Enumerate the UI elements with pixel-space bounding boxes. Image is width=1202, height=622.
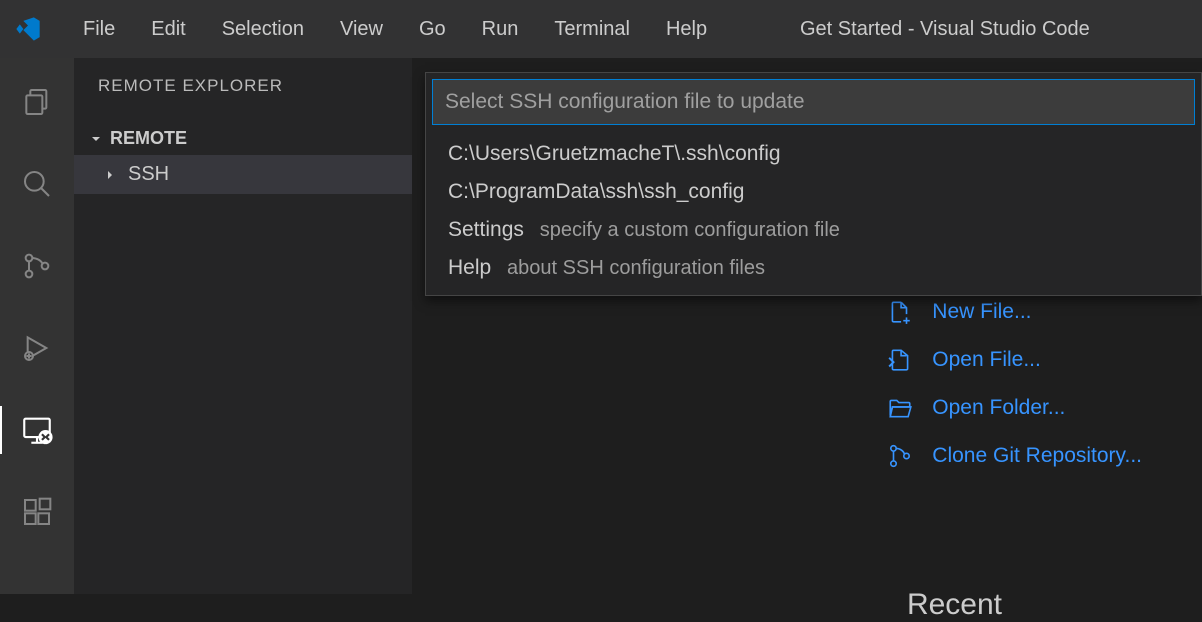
quick-item-settings[interactable]: Settings specify a custom configuration … bbox=[426, 211, 1201, 249]
action-label: New File... bbox=[932, 300, 1031, 324]
quick-item-config-user[interactable]: C:\Users\GruetzmacheT\.ssh\config bbox=[426, 135, 1201, 173]
search-icon[interactable] bbox=[13, 160, 61, 208]
tree-item-ssh[interactable]: SSH bbox=[74, 155, 412, 194]
tree-section-label: REMOTE bbox=[110, 128, 187, 149]
quick-item-label: Settings bbox=[448, 218, 524, 241]
chevron-down-icon bbox=[88, 131, 104, 147]
quick-item-description: specify a custom configuration file bbox=[540, 219, 840, 241]
extensions-icon[interactable] bbox=[13, 488, 61, 536]
quick-item-description: about SSH configuration files bbox=[507, 257, 765, 279]
menu-file[interactable]: File bbox=[65, 10, 133, 49]
menu-view[interactable]: View bbox=[322, 10, 401, 49]
tree-item-label: SSH bbox=[128, 163, 169, 186]
action-open-file[interactable]: Open File... bbox=[886, 346, 1142, 374]
action-label: Open Folder... bbox=[932, 396, 1065, 420]
menu-terminal[interactable]: Terminal bbox=[536, 10, 648, 49]
source-control-icon[interactable] bbox=[13, 242, 61, 290]
sidebar-title: REMOTE EXPLORER bbox=[74, 58, 412, 114]
menu-go[interactable]: Go bbox=[401, 10, 464, 49]
recent-header: Recent bbox=[907, 588, 1002, 622]
action-label: Open File... bbox=[932, 348, 1041, 372]
chevron-right-icon bbox=[102, 167, 118, 183]
action-label: Clone Git Repository... bbox=[932, 444, 1142, 468]
quick-input-field[interactable] bbox=[432, 79, 1195, 125]
quick-item-help[interactable]: Help about SSH configuration files bbox=[426, 249, 1201, 287]
tree-section: REMOTE SSH bbox=[74, 114, 412, 202]
open-folder-icon bbox=[886, 394, 914, 422]
window-title: Get Started - Visual Studio Code bbox=[800, 18, 1090, 41]
action-open-folder[interactable]: Open Folder... bbox=[886, 394, 1142, 422]
start-actions: New File... Open File... Open Folder... … bbox=[886, 298, 1142, 470]
activity-bar bbox=[0, 58, 74, 594]
quick-item-label: Help bbox=[448, 256, 491, 279]
quick-item-label: C:\Users\GruetzmacheT\.ssh\config bbox=[448, 142, 781, 165]
menubar: File Edit Selection View Go Run Terminal… bbox=[0, 0, 1202, 58]
menu-selection[interactable]: Selection bbox=[204, 10, 322, 49]
action-clone-repo[interactable]: Clone Git Repository... bbox=[886, 442, 1142, 470]
menu-run[interactable]: Run bbox=[464, 10, 537, 49]
run-debug-icon[interactable] bbox=[13, 324, 61, 372]
menu-edit[interactable]: Edit bbox=[133, 10, 203, 49]
quick-item-label: C:\ProgramData\ssh\ssh_config bbox=[448, 180, 744, 203]
explorer-icon[interactable] bbox=[13, 78, 61, 126]
action-new-file[interactable]: New File... bbox=[886, 298, 1142, 326]
tree-section-header[interactable]: REMOTE bbox=[74, 122, 412, 155]
quick-input-list: C:\Users\GruetzmacheT\.ssh\config C:\Pro… bbox=[426, 131, 1201, 295]
quick-input-widget: C:\Users\GruetzmacheT\.ssh\config C:\Pro… bbox=[425, 72, 1202, 296]
vscode-logo-icon bbox=[10, 12, 45, 47]
sidebar: REMOTE EXPLORER REMOTE SSH bbox=[74, 58, 412, 594]
open-file-icon bbox=[886, 346, 914, 374]
quick-item-config-programdata[interactable]: C:\ProgramData\ssh\ssh_config bbox=[426, 173, 1201, 211]
git-clone-icon bbox=[886, 442, 914, 470]
new-file-icon bbox=[886, 298, 914, 326]
menu-items: File Edit Selection View Go Run Terminal… bbox=[65, 10, 725, 49]
remote-explorer-icon[interactable] bbox=[13, 406, 61, 454]
menu-help[interactable]: Help bbox=[648, 10, 725, 49]
